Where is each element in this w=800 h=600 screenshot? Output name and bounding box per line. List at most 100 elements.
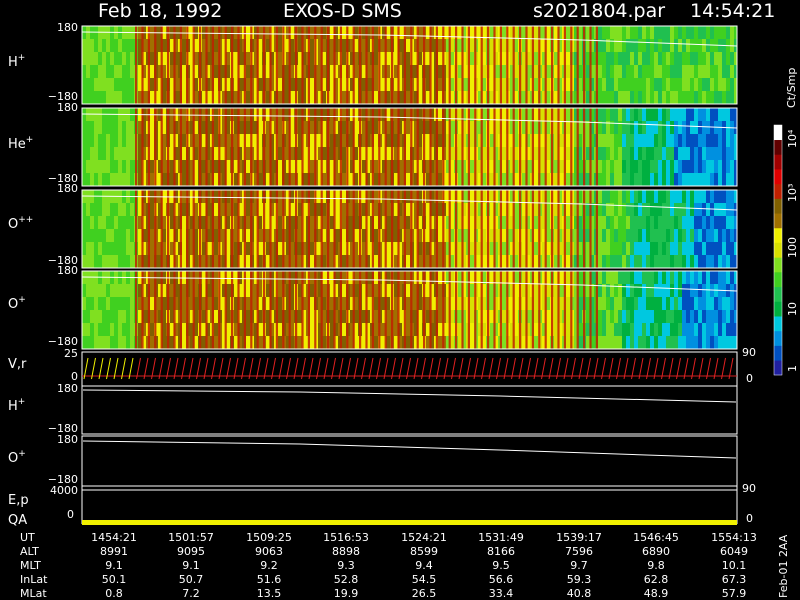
heatmap-cell [310,297,314,311]
heatmap-cell [722,108,726,122]
heatmap-cell [618,91,622,104]
heatmap-cell [670,203,674,217]
heatmap-cell [94,297,98,311]
heatmap-cell [606,229,610,243]
heatmap-cell [706,190,710,204]
heatmap-cell [614,271,618,285]
heatmap-cell [722,216,726,230]
heatmap-cell [98,147,102,161]
colorbar-swatch [774,125,782,141]
heatmap-cell [310,121,314,135]
heatmap-cell [342,323,346,337]
heatmap-stripe [218,271,221,349]
heatmap-cell [82,134,86,148]
heatmap-cell [126,65,130,79]
heatmap-cell [214,284,218,298]
heatmap-cell [702,271,706,285]
heatmap-cell [534,65,538,79]
heatmap-cell [670,160,674,174]
heatmap-cell [374,271,378,285]
heatmap-cell [122,297,126,311]
heatmap-cell [534,78,538,92]
heatmap-cell [630,297,634,311]
heatmap-cell [602,160,606,174]
heatmap-cell [150,297,154,311]
heatmap-cell [602,91,606,104]
heatmap-stripe [512,271,515,349]
ytick-top: 180 [57,21,78,34]
heatmap-stripe [423,26,426,104]
heatmap-cell [698,229,702,243]
heatmap-cell [342,255,346,268]
heatmap-stripe [538,26,541,104]
heatmap-cell [374,52,378,66]
heatmap-cell [94,26,98,40]
heatmap-cell [710,310,714,324]
heatmap-cell [670,65,674,79]
heatmap-cell [682,242,686,256]
heatmap-cell [102,108,106,122]
heatmap-cell [698,160,702,174]
heatmap-cell [674,310,678,324]
heatmap-cell [714,26,718,40]
heatmap-cell [90,39,94,53]
heatmap-cell [622,229,626,243]
heatmap-cell [406,26,410,40]
heatmap-stripe [224,271,227,349]
heatmap-stripe [295,108,298,186]
heatmap-cell [670,310,674,324]
heatmap-cell [726,297,730,311]
heatmap-cell [730,65,734,79]
heatmap-cell [598,229,602,243]
heatmap-cell [714,229,718,243]
heatmap-cell [374,39,378,53]
heatmap-cell [114,242,118,256]
heatmap-cell [642,242,646,256]
heatmap-stripe [442,190,445,268]
heatmap-cell [666,229,670,243]
heatmap-cell [722,336,726,349]
heatmap-cell [642,336,646,349]
heatmap-cell [598,336,602,349]
heatmap-cell [686,255,690,268]
heatmap-cell [610,229,614,243]
heatmap-cell [638,121,642,135]
heatmap-cell [598,242,602,256]
heatmap-cell [646,65,650,79]
heatmap-cell [718,255,722,268]
heatmap-cell [82,65,86,79]
table-cell: 8599 [410,545,438,558]
heatmap-cell [630,242,634,256]
heatmap-cell [86,121,90,135]
heatmap-cell [622,323,626,337]
heatmap-cell [650,190,654,204]
heatmap-cell [626,65,630,79]
heatmap-cell [642,229,646,243]
heatmap-cell [86,108,90,122]
heatmap-cell [666,121,670,135]
heatmap-cell [94,121,98,135]
heatmap-cell [598,91,602,104]
heatmap-cell [666,242,670,256]
heatmap-cell [682,160,686,174]
heatmap-cell [602,229,606,243]
heatmap-cell [642,160,646,174]
heatmap-stripe [403,26,406,104]
heatmap-cell [654,121,658,135]
heatmap-stripe [391,271,394,349]
heatmap-cell [150,229,154,243]
heatmap-cell [690,78,694,92]
heatmap-cell [122,216,126,230]
heatmap-cell [710,242,714,256]
heatmap-cell [618,255,622,268]
heatmap-cell [278,190,282,204]
heatmap-cell [610,255,614,268]
heatmap-cell [98,297,102,311]
heatmap-cell [94,284,98,298]
heatmap-cell [118,65,122,79]
heatmap-cell [502,229,506,243]
heatmap-cell [470,229,474,243]
heatmap-cell [310,108,314,122]
heatmap-cell [718,147,722,161]
heatmap-cell [94,78,98,92]
